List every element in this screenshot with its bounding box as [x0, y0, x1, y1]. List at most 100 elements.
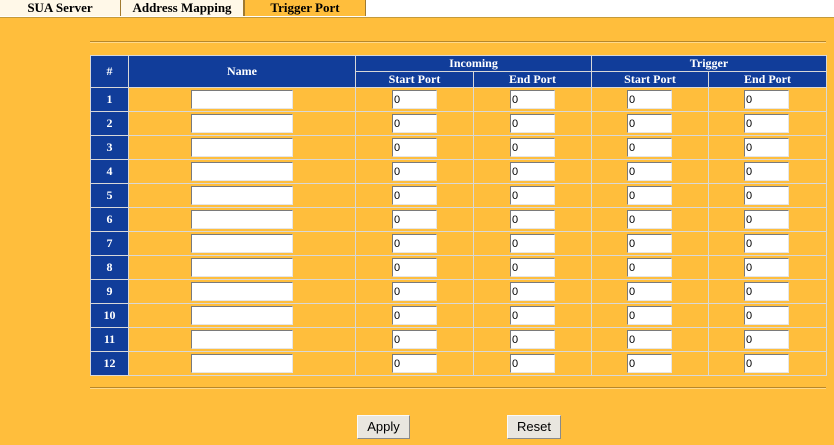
trigger-end-cell — [708, 87, 827, 112]
tab-bar: SUA Server Address Mapping Trigger Port — [0, 0, 834, 18]
incoming-start-port-input[interactable] — [392, 138, 437, 157]
trigger-end-port-input[interactable] — [744, 114, 789, 133]
name-cell — [128, 231, 356, 256]
name-input[interactable] — [191, 138, 293, 157]
row-number: 1 — [90, 87, 129, 112]
incoming-start-port-input[interactable] — [392, 186, 437, 205]
incoming-start-port-input[interactable] — [392, 162, 437, 181]
incoming-end-port-input[interactable] — [510, 90, 555, 109]
incoming-start-port-input[interactable] — [392, 90, 437, 109]
name-input[interactable] — [191, 162, 293, 181]
name-input[interactable] — [191, 306, 293, 325]
incoming-end-port-input[interactable] — [510, 210, 555, 229]
incoming-start-port-input[interactable] — [392, 234, 437, 253]
incoming-end-port-input[interactable] — [510, 234, 555, 253]
incoming-end-port-input[interactable] — [510, 186, 555, 205]
trigger-end-port-input[interactable] — [744, 234, 789, 253]
trigger-end-port-input[interactable] — [744, 162, 789, 181]
incoming-end-port-input[interactable] — [510, 306, 555, 325]
name-input[interactable] — [191, 114, 293, 133]
trigger-start-port-input[interactable] — [627, 210, 672, 229]
incoming-start-port-input[interactable] — [392, 354, 437, 373]
name-input[interactable] — [191, 234, 293, 253]
trigger-end-port-input[interactable] — [744, 330, 789, 349]
table-row: 5 — [90, 183, 827, 208]
trigger-end-port-input[interactable] — [744, 138, 789, 157]
incoming-start-port-input[interactable] — [392, 114, 437, 133]
incoming-start-port-input[interactable] — [392, 330, 437, 349]
incoming-end-port-input[interactable] — [510, 258, 555, 277]
tab-sua-server[interactable]: SUA Server — [0, 0, 121, 16]
reset-button[interactable]: Reset — [507, 415, 561, 439]
trigger-end-port-input[interactable] — [744, 258, 789, 277]
trigger-end-port-input[interactable] — [744, 210, 789, 229]
header-incoming-end-port: End Port — [473, 71, 592, 88]
header-name: Name — [128, 55, 356, 88]
row-number: 2 — [90, 111, 129, 136]
name-input[interactable] — [191, 210, 293, 229]
table-row: 2 — [90, 111, 827, 136]
incoming-end-port-input[interactable] — [510, 282, 555, 301]
incoming-start-port-input[interactable] — [392, 282, 437, 301]
trigger-port-table: # Name Incoming Trigger Start Port End P… — [90, 55, 827, 376]
incoming-end-cell — [473, 159, 592, 184]
name-input[interactable] — [191, 186, 293, 205]
name-input[interactable] — [191, 354, 293, 373]
trigger-start-port-input[interactable] — [627, 282, 672, 301]
trigger-end-port-input[interactable] — [744, 354, 789, 373]
header-trigger: Trigger — [591, 55, 827, 72]
incoming-end-port-input[interactable] — [510, 330, 555, 349]
trigger-start-port-input[interactable] — [627, 162, 672, 181]
apply-button[interactable]: Apply — [357, 415, 410, 439]
name-cell — [128, 351, 356, 376]
trigger-start-port-input[interactable] — [627, 90, 672, 109]
trigger-end-port-input[interactable] — [744, 186, 789, 205]
trigger-start-cell — [591, 327, 709, 352]
trigger-start-port-input[interactable] — [627, 234, 672, 253]
trigger-end-port-input[interactable] — [744, 282, 789, 301]
trigger-end-cell — [708, 159, 827, 184]
name-cell — [128, 255, 356, 280]
tab-trigger-port[interactable]: Trigger Port — [244, 0, 366, 16]
trigger-start-port-input[interactable] — [627, 138, 672, 157]
trigger-end-cell — [708, 279, 827, 304]
incoming-start-port-input[interactable] — [392, 210, 437, 229]
name-input[interactable] — [191, 90, 293, 109]
trigger-end-cell — [708, 255, 827, 280]
name-input[interactable] — [191, 258, 293, 277]
trigger-start-port-input[interactable] — [627, 114, 672, 133]
incoming-start-cell — [355, 87, 474, 112]
name-input[interactable] — [191, 330, 293, 349]
row-number: 6 — [90, 207, 129, 232]
incoming-end-port-input[interactable] — [510, 354, 555, 373]
header-incoming-start-port: Start Port — [355, 71, 474, 88]
incoming-start-cell — [355, 135, 474, 160]
trigger-end-port-input[interactable] — [744, 306, 789, 325]
incoming-start-port-input[interactable] — [392, 258, 437, 277]
trigger-start-port-input[interactable] — [627, 306, 672, 325]
trigger-start-port-input[interactable] — [627, 186, 672, 205]
incoming-start-cell — [355, 351, 474, 376]
name-cell — [128, 159, 356, 184]
trigger-start-port-input[interactable] — [627, 330, 672, 349]
trigger-start-port-input[interactable] — [627, 354, 672, 373]
trigger-end-cell — [708, 351, 827, 376]
top-divider — [90, 41, 826, 43]
table-row: 7 — [90, 231, 827, 256]
incoming-start-port-input[interactable] — [392, 306, 437, 325]
header-number: # — [90, 55, 129, 88]
trigger-start-cell — [591, 207, 709, 232]
name-input[interactable] — [191, 282, 293, 301]
incoming-end-port-input[interactable] — [510, 138, 555, 157]
name-cell — [128, 207, 356, 232]
incoming-start-cell — [355, 303, 474, 328]
trigger-start-cell — [591, 351, 709, 376]
tab-address-mapping[interactable]: Address Mapping — [121, 0, 244, 16]
trigger-start-port-input[interactable] — [627, 258, 672, 277]
trigger-end-port-input[interactable] — [744, 90, 789, 109]
incoming-end-port-input[interactable] — [510, 114, 555, 133]
incoming-end-port-input[interactable] — [510, 162, 555, 181]
incoming-start-cell — [355, 327, 474, 352]
incoming-start-cell — [355, 183, 474, 208]
trigger-end-cell — [708, 231, 827, 256]
